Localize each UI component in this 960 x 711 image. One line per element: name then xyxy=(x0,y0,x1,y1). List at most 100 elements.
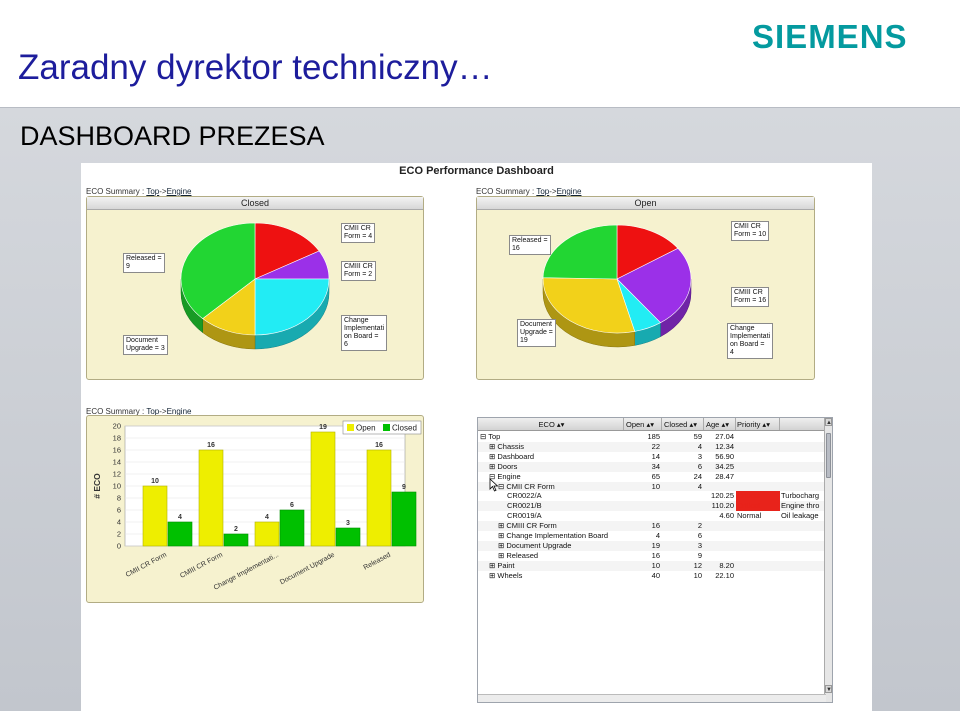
breadcrumb-prefix: ECO Summary : xyxy=(476,187,537,196)
bar-open-released[interactable] xyxy=(366,449,392,547)
cell-description: Oil leakage xyxy=(781,511,819,521)
table-row[interactable]: ⊞ Paint 10 12 8.20 xyxy=(478,560,826,571)
cell-open: 10 xyxy=(651,560,660,570)
cell-description xyxy=(780,462,826,472)
cell-eco: ⊞ Released xyxy=(498,550,539,560)
open-pie-slice-released[interactable] xyxy=(542,224,618,280)
table-row[interactable]: ⊞ Wheels 40 10 22.10 xyxy=(478,570,826,581)
cell-open: 40 xyxy=(651,570,660,580)
table-row[interactable]: CR0021/B 110.20 Critical Engine thro xyxy=(478,501,826,512)
grid-horizontal-scrollbar[interactable] xyxy=(478,694,826,702)
bar-closed-change-implementati-[interactable] xyxy=(279,509,305,547)
cell-priority xyxy=(736,551,780,561)
cell-age xyxy=(704,551,736,561)
scroll-thumb[interactable] xyxy=(826,433,831,478)
cell-eco: ⊟ Engine xyxy=(489,471,521,481)
cell-eco: CR0021/B xyxy=(507,501,542,511)
breadcrumb-link-engine[interactable]: Engine xyxy=(167,187,192,196)
cell-open: 65 xyxy=(651,471,660,481)
closed-pie-panel: Closed CMII CR Form = 4 CMIII CR Form = 2 … xyxy=(86,196,424,380)
breadcrumb-prefix: ECO Summary : xyxy=(86,187,147,196)
bar-value-closed-cmiii-cr-form: 2 xyxy=(234,526,238,533)
col-header-eco[interactable]: ECO ▴▾ xyxy=(478,418,624,430)
scroll-down-icon[interactable]: ▼ xyxy=(825,685,832,693)
table-row[interactable]: ⊟ Engine 65 24 28.47 xyxy=(478,471,826,482)
col-header-description[interactable] xyxy=(780,418,826,430)
y-tick-label: 8 xyxy=(117,494,121,503)
siemens-logo: SIEMENS xyxy=(752,18,908,55)
cell-open: 22 xyxy=(651,441,660,451)
cell-closed: 3 xyxy=(697,540,702,550)
cell-age: 110.20 xyxy=(711,501,734,511)
cell-priority xyxy=(736,541,780,551)
bar-closed-released[interactable] xyxy=(391,491,417,547)
bar-closed-document-upgrade[interactable] xyxy=(335,527,361,547)
cell-closed: 4 xyxy=(697,481,702,491)
bar-value-closed-document-upgrade: 3 xyxy=(346,520,350,527)
cell-closed: 10 xyxy=(693,570,702,580)
callout-cmiii-cr: CMIII CR Form = 2 xyxy=(341,261,376,281)
table-row[interactable]: ⊞ Chassis 22 4 12.34 xyxy=(478,441,826,452)
cell-age: 12.34 xyxy=(715,441,734,451)
table-row[interactable]: ⊟ Top 185 59 27.04 xyxy=(478,432,826,442)
eco-tree-grid: ECO ▴▾ Open ▴▾ Closed ▴▾ Age ▴▾ Priority… xyxy=(477,417,833,703)
y-tick-label: 6 xyxy=(117,506,121,515)
cell-eco: CR0019/A xyxy=(507,511,542,521)
closed-pie-slice-change-implementati-[interactable] xyxy=(254,278,330,336)
open-pie-header: Open xyxy=(477,197,814,210)
bar-closed-cmii-cr-form[interactable] xyxy=(167,521,193,547)
legend-label-closed: Closed xyxy=(392,424,417,433)
cell-open: 185 xyxy=(647,432,660,441)
slide-subtitle: DASHBOARD PREZESA xyxy=(20,121,325,151)
open-pie-panel: Open CMII CR Form = 10 CMIII CR Form = 16 … xyxy=(476,196,815,380)
bar-closed-cmiii-cr-form[interactable] xyxy=(223,533,249,547)
cell-closed: 9 xyxy=(697,550,702,560)
bar-open-document-upgrade[interactable] xyxy=(310,431,336,547)
table-row[interactable]: ⊟ CMII CR Form 10 4 xyxy=(478,481,826,492)
table-row[interactable]: ⊞ Dashboard 14 3 56.90 xyxy=(478,451,826,462)
cell-description xyxy=(780,472,826,482)
grid-vertical-scrollbar[interactable]: ▲ ▼ xyxy=(824,418,832,702)
cell-description xyxy=(780,551,826,561)
cell-closed: 12 xyxy=(693,560,702,570)
callout-doc-upgrade: Document Upgrade = 3 xyxy=(123,335,168,355)
scroll-up-icon[interactable]: ▲ xyxy=(825,418,832,426)
breadcrumb-link-top[interactable]: Top xyxy=(146,187,159,196)
y-tick-label: 4 xyxy=(117,518,121,527)
cell-age xyxy=(704,531,736,541)
table-row[interactable]: CR0022/A 120.25 Critical Turbocharg xyxy=(478,491,826,502)
bar-value-closed-cmii-cr-form: 4 xyxy=(178,514,182,521)
bar-value-open-cmii-cr-form: 10 xyxy=(151,478,159,485)
cell-eco: ⊞ CMIII CR Form xyxy=(498,521,557,531)
callout-released: Released = 9 xyxy=(123,253,165,273)
table-row[interactable]: ⊞ Doors 34 6 34.25 xyxy=(478,461,826,472)
breadcrumb-link-top[interactable]: Top xyxy=(536,187,549,196)
bar-chart: 0 2 4 6 8 10 12 14 16 18 20 # ECO 10 4 CMII CR Form 16 2… xyxy=(92,420,422,592)
bar-value-open-released: 16 xyxy=(375,442,383,449)
dashboard-title: ECO Performance Dashboard xyxy=(399,165,554,177)
x-tick-label: CMII CR Form xyxy=(125,552,168,579)
cell-description xyxy=(780,452,826,462)
bar-open-cmiii-cr-form[interactable] xyxy=(198,449,224,547)
col-header-closed[interactable]: Closed ▴▾ xyxy=(662,418,704,430)
callout-change-impl: Change Implementati on Board = 6 xyxy=(341,315,388,351)
col-header-open[interactable]: Open ▴▾ xyxy=(624,418,662,430)
cell-age: 28.47 xyxy=(715,471,734,481)
cell-priority xyxy=(736,462,780,472)
table-row[interactable]: ⊞ Document Upgrade 19 3 xyxy=(478,540,826,551)
col-header-age[interactable]: Age ▴▾ xyxy=(704,418,736,430)
col-header-priority[interactable]: Priority ▴▾ xyxy=(736,418,780,430)
legend-swatch-closed xyxy=(383,424,390,431)
table-row[interactable]: ⊞ CMIII CR Form 16 2 xyxy=(478,521,826,531)
table-row[interactable]: ⊞ Change Implementation Board 4 6 xyxy=(478,531,826,541)
cell-description xyxy=(780,482,826,492)
table-row[interactable]: ⊞ Released 16 9 xyxy=(478,550,826,561)
breadcrumb-link-engine[interactable]: Engine xyxy=(557,187,582,196)
cell-age: 56.90 xyxy=(715,451,734,461)
table-row[interactable]: CR0019/A 4.60 Normal Oil leakage xyxy=(478,511,826,522)
cell-open: 4 xyxy=(655,531,660,540)
cell-eco: ⊟ Top xyxy=(480,432,501,441)
bar-open-cmii-cr-form[interactable] xyxy=(142,485,168,547)
y-tick-label: 20 xyxy=(113,422,121,431)
bar-open-change-implementati-[interactable] xyxy=(254,521,280,547)
